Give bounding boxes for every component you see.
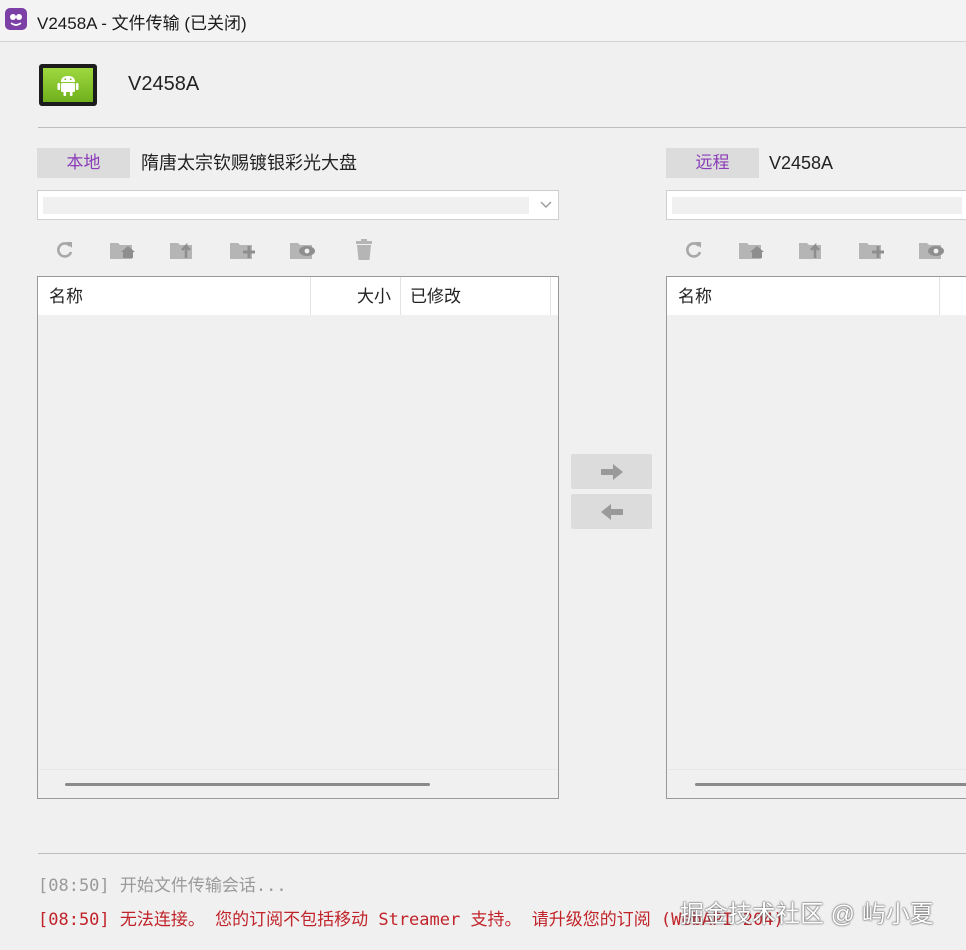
- header-divider: [38, 127, 966, 128]
- local-col-name[interactable]: 名称: [38, 277, 311, 315]
- parent-folder-icon[interactable]: [168, 237, 198, 263]
- local-path-combo-value: [43, 197, 529, 214]
- show-hidden-icon[interactable]: [288, 237, 318, 263]
- remote-refresh-icon[interactable]: [679, 237, 709, 263]
- local-list-header: 名称 大小 已修改: [38, 277, 558, 315]
- remote-file-list[interactable]: 名称: [666, 276, 966, 799]
- remote-path-combo[interactable]: [666, 190, 966, 220]
- local-file-list[interactable]: 名称 大小 已修改: [37, 276, 559, 799]
- send-to-remote-button[interactable]: [571, 454, 652, 489]
- remote-show-hidden-icon[interactable]: [917, 237, 947, 263]
- remote-list-header: 名称: [667, 277, 966, 315]
- remote-home-folder-icon[interactable]: [737, 237, 767, 263]
- local-col-size[interactable]: 大小: [311, 277, 401, 315]
- local-path: 隋唐太宗钦赐镀银彩光大盘: [141, 153, 357, 173]
- remote-horizontal-scrollbar[interactable]: [668, 769, 966, 792]
- new-folder-icon[interactable]: [228, 237, 258, 263]
- arrow-left-icon: [601, 504, 623, 520]
- remote-scroll-thumb[interactable]: [695, 783, 966, 786]
- local-col-modified[interactable]: 已修改: [401, 277, 551, 315]
- android-device-icon: [39, 64, 97, 106]
- teamviewer-logo-icon: [5, 8, 27, 30]
- device-name: V2458A: [128, 73, 200, 95]
- local-scroll-thumb[interactable]: [65, 783, 430, 786]
- remote-parent-folder-icon[interactable]: [797, 237, 827, 263]
- log-info-line: [08:50] 开始文件传输会话...: [38, 876, 287, 896]
- remote-col-name[interactable]: 名称: [667, 277, 940, 315]
- chevron-down-icon[interactable]: [540, 198, 552, 210]
- remote-path-combo-value: [672, 197, 962, 214]
- home-folder-icon[interactable]: [108, 237, 138, 263]
- local-horizontal-scrollbar[interactable]: [39, 769, 557, 792]
- log-error-line: [08:50] 无法连接。 您的订阅不包括移动 Streamer 支持。 请升级…: [38, 910, 784, 930]
- log-divider: [38, 853, 966, 854]
- refresh-icon[interactable]: [50, 237, 80, 263]
- remote-new-folder-icon[interactable]: [857, 237, 887, 263]
- remote-pane-label: 远程: [666, 148, 759, 178]
- title-bar: V2458A - 文件传输 (已关闭): [0, 0, 966, 42]
- receive-to-local-button[interactable]: [571, 494, 652, 529]
- remote-path: V2458A: [769, 153, 834, 173]
- arrow-right-icon: [601, 464, 623, 480]
- local-pane-label: 本地: [37, 148, 130, 178]
- local-path-combo[interactable]: [37, 190, 559, 220]
- window-title: V2458A - 文件传输 (已关闭): [37, 14, 247, 33]
- watermark: 掘金技术社区 @ 屿小夏: [680, 901, 934, 928]
- delete-icon[interactable]: [350, 237, 380, 263]
